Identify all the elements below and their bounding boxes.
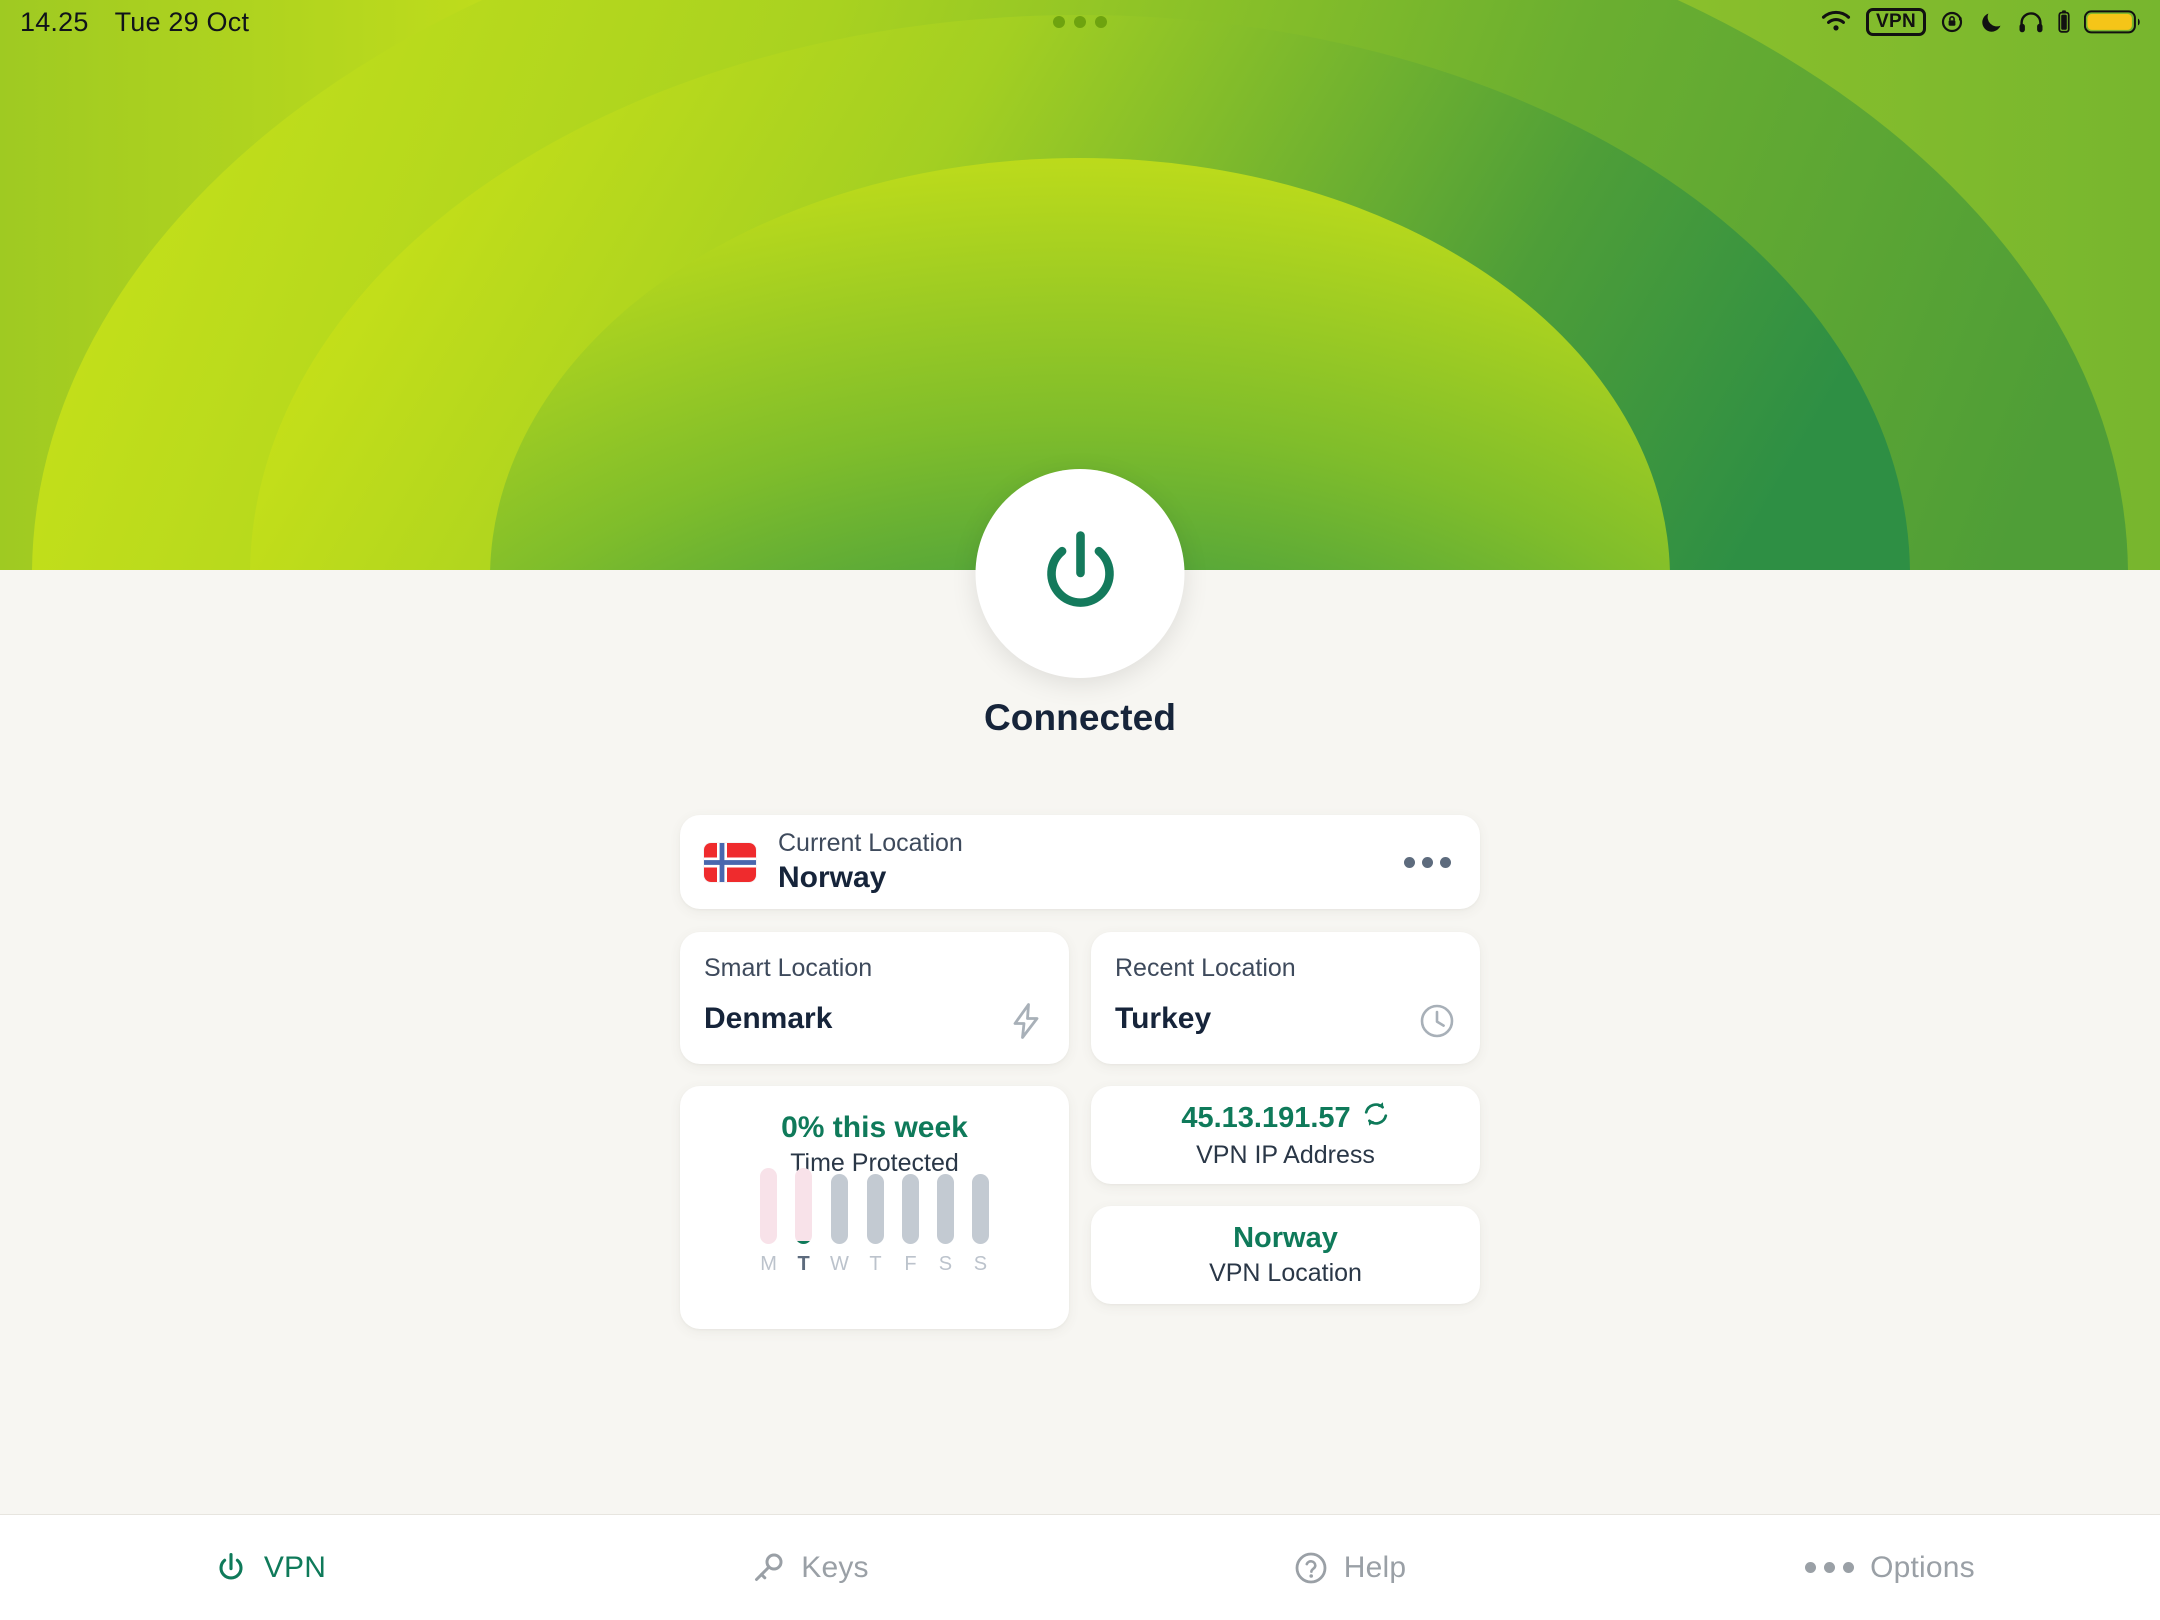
refresh-icon[interactable] bbox=[1362, 1100, 1390, 1136]
weekly-bar-chart: MTWTFSS bbox=[760, 1168, 989, 1276]
bar bbox=[866, 1174, 884, 1244]
menu-dot-icon bbox=[1843, 1562, 1855, 1573]
location-shortcuts-row: Smart Location Denmark Recent Location T… bbox=[680, 932, 1480, 1064]
multitasking-dot-icon bbox=[1074, 16, 1086, 28]
power-button-wrapper bbox=[975, 469, 1185, 678]
time-protected-percent: 0% this week bbox=[781, 1111, 968, 1144]
vpn-location-main: Norway bbox=[1233, 1222, 1338, 1255]
vpn-location-caption: VPN Location bbox=[1209, 1259, 1362, 1288]
smart-location-value: Denmark bbox=[704, 1002, 833, 1035]
recent-location-value: Turkey bbox=[1115, 1002, 1212, 1035]
key-icon bbox=[751, 1551, 785, 1585]
tab-options-label: Options bbox=[1870, 1550, 1975, 1584]
bar-fill bbox=[795, 1241, 813, 1244]
tab-keys-label: Keys bbox=[801, 1550, 869, 1584]
menu-dot-icon bbox=[1404, 856, 1415, 868]
cards-stack: Current Location Norway Smart Location D… bbox=[680, 815, 1480, 1329]
multitasking-dot-icon bbox=[1095, 16, 1107, 28]
current-location-value: Norway bbox=[778, 861, 887, 895]
menu-dot-icon bbox=[1422, 856, 1433, 868]
power-icon bbox=[1046, 530, 1114, 607]
power-icon bbox=[214, 1551, 248, 1585]
bar-label: W bbox=[830, 1253, 849, 1275]
lightning-bolt-icon bbox=[1007, 1002, 1045, 1040]
bar-column: T bbox=[795, 1168, 813, 1276]
current-location-label: Current Location bbox=[778, 828, 963, 857]
clock-icon bbox=[1418, 1002, 1456, 1040]
tab-vpn-label: VPN bbox=[263, 1550, 327, 1584]
headphones-icon bbox=[2018, 10, 2044, 34]
do-not-disturb-moon-icon bbox=[1980, 10, 2004, 34]
menu-dot-icon bbox=[1824, 1562, 1836, 1573]
bar-column: M bbox=[760, 1168, 778, 1276]
recent-location-label: Recent Location bbox=[1115, 954, 1296, 982]
bar bbox=[936, 1174, 954, 1244]
recent-location-card[interactable]: Recent Location Turkey bbox=[1091, 932, 1480, 1064]
bar-column: W bbox=[830, 1174, 849, 1276]
bar bbox=[971, 1174, 989, 1244]
battery-icon bbox=[2084, 9, 2142, 35]
tab-help[interactable]: Help bbox=[1080, 1515, 1620, 1620]
vpn-ip-main: 45.13.191.57 bbox=[1181, 1100, 1389, 1136]
vpn-location-card[interactable]: Norway VPN Location bbox=[1091, 1206, 1480, 1304]
bar-column: T bbox=[866, 1174, 884, 1276]
vpn-ip-caption: VPN IP Address bbox=[1196, 1140, 1375, 1169]
overflow-menu-icon bbox=[1805, 1562, 1855, 1573]
tab-vpn[interactable]: VPN bbox=[0, 1515, 540, 1620]
menu-dot-icon bbox=[1805, 1562, 1817, 1573]
bar-label: M bbox=[760, 1253, 777, 1275]
vpn-app-screen: 14.25 Tue 29 Oct VPN Connected Current L… bbox=[0, 0, 2160, 1620]
smart-location-label: Smart Location bbox=[704, 954, 873, 982]
bar-label: F bbox=[904, 1253, 917, 1275]
vpn-ip-card[interactable]: 45.13.191.57 VPN IP Address bbox=[1091, 1086, 1480, 1184]
bar bbox=[830, 1174, 848, 1244]
question-circle-icon bbox=[1294, 1551, 1328, 1585]
status-bar-right: VPN bbox=[1820, 0, 2142, 44]
vpn-badge-icon: VPN bbox=[1866, 8, 1926, 36]
vpn-ip-value: 45.13.191.57 bbox=[1181, 1101, 1351, 1134]
headphones-battery-icon bbox=[2058, 10, 2070, 34]
current-location-overflow-menu-icon[interactable] bbox=[1402, 847, 1453, 878]
bar-label: T bbox=[797, 1253, 810, 1275]
bar-label: S bbox=[938, 1253, 953, 1275]
current-location-text: Current Location Norway bbox=[778, 829, 963, 896]
bar bbox=[760, 1168, 778, 1244]
tab-help-label: Help bbox=[1343, 1550, 1407, 1584]
norway-flag-icon bbox=[704, 842, 756, 882]
bar bbox=[901, 1174, 919, 1244]
menu-dot-icon bbox=[1440, 856, 1451, 868]
current-location-card[interactable]: Current Location Norway bbox=[680, 815, 1480, 909]
bar bbox=[795, 1168, 813, 1244]
wifi-icon bbox=[1820, 10, 1852, 34]
tab-keys[interactable]: Keys bbox=[540, 1515, 1080, 1620]
stats-right-column: 45.13.191.57 VPN IP Address Norway VPN L… bbox=[1091, 1086, 1480, 1304]
status-bar: 14.25 Tue 29 Oct VPN bbox=[0, 0, 2160, 44]
time-protected-card[interactable]: 0% this week Time Protected MTWTFSS bbox=[680, 1086, 1069, 1329]
connection-status-label: Connected bbox=[983, 697, 1177, 738]
vpn-location-value: Norway bbox=[1233, 1221, 1338, 1254]
multitasking-dot-icon bbox=[1053, 16, 1065, 28]
bottom-tab-bar: VPN Keys Help Options bbox=[0, 1514, 2160, 1620]
bar-column: S bbox=[971, 1174, 989, 1276]
bar-column: S bbox=[936, 1174, 954, 1276]
bar-column: F bbox=[901, 1174, 919, 1276]
tab-options[interactable]: Options bbox=[1620, 1515, 2160, 1620]
vpn-power-toggle-button[interactable] bbox=[975, 469, 1185, 678]
smart-location-card[interactable]: Smart Location Denmark bbox=[680, 932, 1069, 1064]
stats-row: 0% this week Time Protected MTWTFSS 45.1… bbox=[680, 1086, 1480, 1329]
rotation-lock-icon bbox=[1940, 9, 1966, 35]
bar-label: T bbox=[869, 1253, 882, 1275]
bar-label: S bbox=[973, 1253, 988, 1275]
